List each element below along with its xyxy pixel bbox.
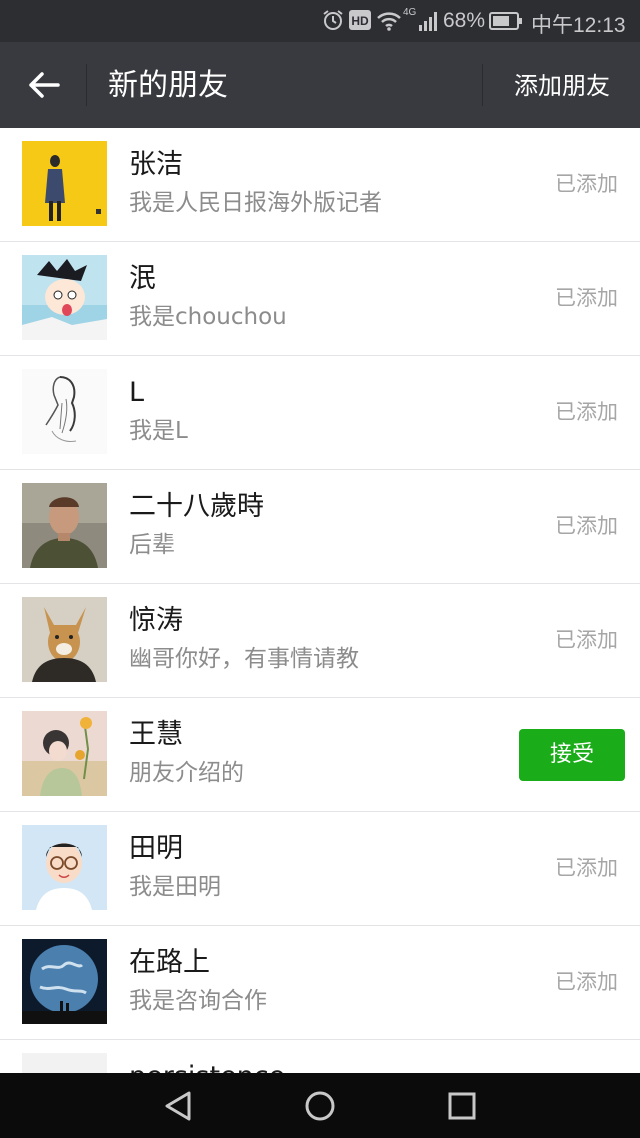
add-friend-button[interactable]: 添加朋友 <box>496 68 628 104</box>
accept-button[interactable]: 接受 <box>519 729 625 781</box>
avatar <box>22 255 107 340</box>
back-triangle-icon <box>165 1091 191 1121</box>
added-status: 已添加 <box>555 172 618 196</box>
friend-request-row[interactable]: 二十八歲時 后辈 已添加 <box>0 470 640 584</box>
friend-name: 在路上 <box>129 947 210 978</box>
avatar <box>22 825 107 910</box>
friend-request-row[interactable]: 在路上 我是咨询合作 已添加 <box>0 926 640 1040</box>
hd-icon: HD <box>349 10 371 36</box>
friend-message: 我是chouchou <box>129 304 287 330</box>
avatar <box>22 1053 107 1073</box>
home-circle-icon <box>305 1091 335 1121</box>
friend-request-list: 张洁 我是人民日报海外版记者 已添加 泯 我是chouchou 已添加 L 我是… <box>0 128 640 1073</box>
title-divider-right <box>482 64 483 106</box>
added-status: 已添加 <box>555 970 618 994</box>
avatar <box>22 483 107 568</box>
friend-request-row[interactable]: 张洁 我是人民日报海外版记者 已添加 <box>0 128 640 242</box>
avatar <box>22 369 107 454</box>
svg-text:HD: HD <box>351 14 369 28</box>
friend-message: 我是田明 <box>129 874 221 900</box>
wifi-icon <box>376 10 402 38</box>
nav-home-button[interactable] <box>295 1081 345 1131</box>
added-status: 已添加 <box>555 514 618 538</box>
friend-message: 幽哥你好，有事情请教 <box>129 646 359 672</box>
friend-message: 后辈 <box>129 532 175 558</box>
avatar <box>22 597 107 682</box>
clock: 中午12:13 <box>531 14 626 37</box>
friend-name: persistence <box>129 1060 285 1073</box>
nav-back-button[interactable] <box>153 1081 203 1131</box>
friend-request-row[interactable]: L 我是L 已添加 <box>0 356 640 470</box>
added-status: 已添加 <box>555 856 618 880</box>
friend-name: 泯 <box>129 263 156 294</box>
avatar <box>22 711 107 796</box>
friend-request-row[interactable]: 王慧 朋友介绍的 接受 <box>0 698 640 812</box>
added-status: 已添加 <box>555 628 618 652</box>
back-arrow-icon <box>29 72 60 98</box>
friend-message: 我是L <box>129 418 188 444</box>
battery-icon <box>489 12 523 36</box>
back-button[interactable] <box>14 55 74 115</box>
avatar <box>22 939 107 1024</box>
recents-square-icon <box>448 1092 476 1120</box>
page-title: 新的朋友 <box>108 68 228 103</box>
friend-name: 张洁 <box>129 149 183 180</box>
alarm-icon <box>322 9 344 37</box>
friend-request-row[interactable]: persistence <box>0 1040 640 1073</box>
title-bar: 新的朋友 添加朋友 <box>0 42 640 128</box>
status-bar: HD 4G 68% 中午12:13 <box>0 0 640 42</box>
friend-request-row[interactable]: 惊涛 幽哥你好，有事情请教 已添加 <box>0 584 640 698</box>
avatar <box>22 141 107 226</box>
added-status: 已添加 <box>555 286 618 310</box>
navigation-bar <box>0 1073 640 1138</box>
friend-message: 我是人民日报海外版记者 <box>129 190 382 216</box>
friend-name: 二十八歲時 <box>129 491 264 522</box>
friend-message: 我是咨询合作 <box>129 988 267 1014</box>
friend-name: 王慧 <box>129 719 183 750</box>
network-type: 4G <box>403 7 417 18</box>
4g-signal-icon <box>418 10 440 38</box>
friend-request-row[interactable]: 田明 我是田明 已添加 <box>0 812 640 926</box>
title-divider <box>86 64 87 106</box>
friend-message: 朋友介绍的 <box>129 760 244 786</box>
nav-recents-button[interactable] <box>437 1081 487 1131</box>
friend-request-row[interactable]: 泯 我是chouchou 已添加 <box>0 242 640 356</box>
friend-name: L <box>129 377 145 408</box>
friend-name: 惊涛 <box>129 605 183 636</box>
battery-percent: 68% <box>443 9 486 32</box>
friend-name: 田明 <box>129 833 183 864</box>
added-status: 已添加 <box>555 400 618 424</box>
